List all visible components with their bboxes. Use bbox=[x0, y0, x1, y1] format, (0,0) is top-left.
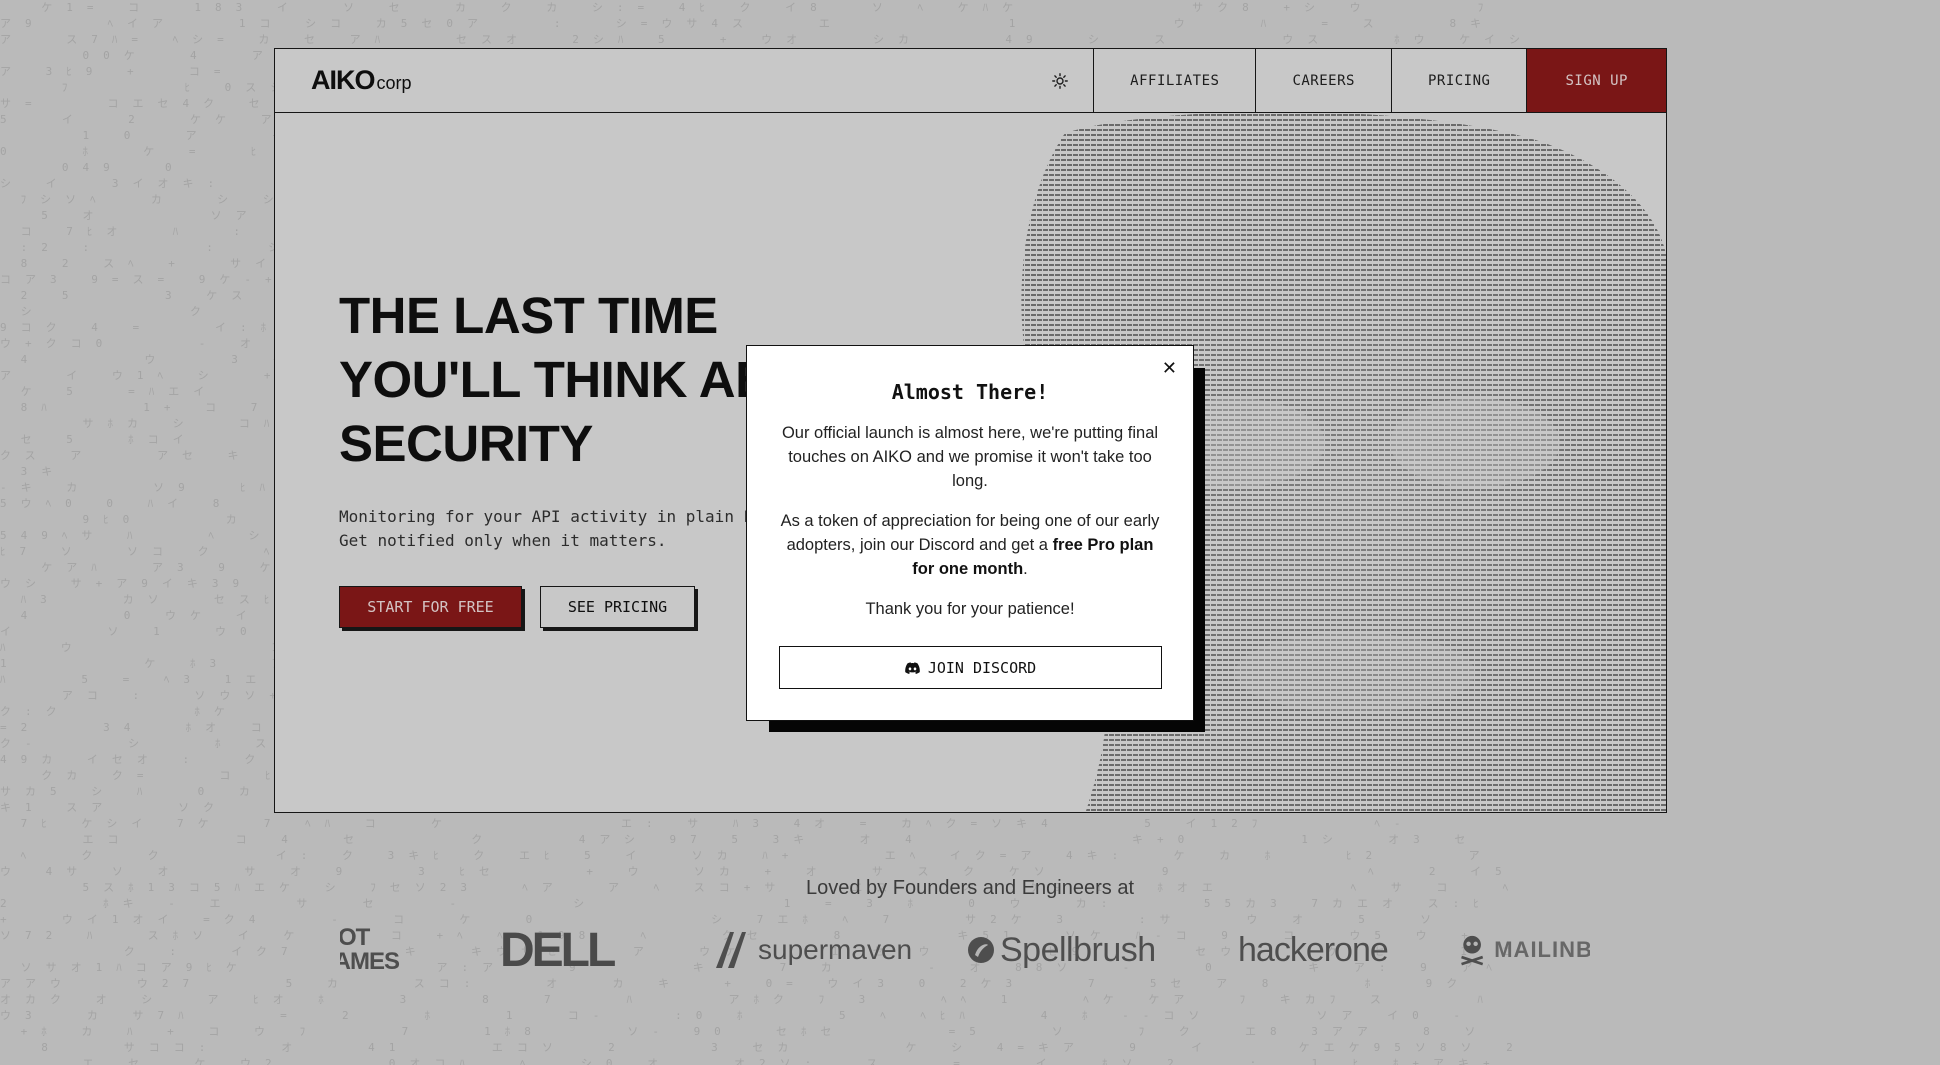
modal-offer-text: As a token of appreciation for being one… bbox=[747, 509, 1193, 581]
discord-icon bbox=[905, 661, 920, 674]
join-discord-button[interactable]: JOIN DISCORD bbox=[779, 646, 1162, 689]
modal-launch-text: Our official launch is almost here, we'r… bbox=[781, 424, 1159, 490]
modal-title: Almost There! bbox=[891, 380, 1049, 404]
modal-thanks-text: Thank you for your patience! bbox=[865, 600, 1075, 618]
close-icon[interactable]: ✕ bbox=[1162, 358, 1177, 379]
modal-offer-text-end: . bbox=[1023, 560, 1028, 578]
join-discord-label: JOIN DISCORD bbox=[927, 658, 1037, 677]
almost-there-modal: ✕ Almost There! Our official launch is a… bbox=[746, 345, 1194, 721]
